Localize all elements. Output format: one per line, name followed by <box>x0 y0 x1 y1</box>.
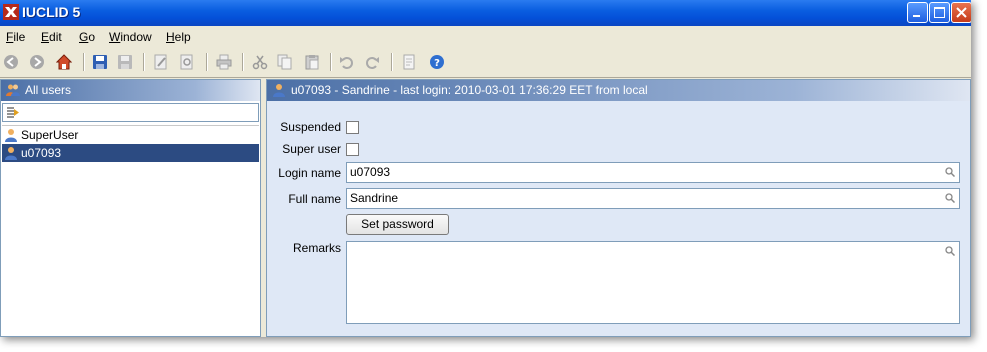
minimize-icon <box>913 15 920 17</box>
toolbar-separator <box>242 53 244 71</box>
menu-help[interactable]: Help <box>166 30 191 44</box>
users-group-icon <box>6 84 20 96</box>
user-icon <box>5 129 17 142</box>
super-user-label: Super user <box>282 142 341 156</box>
user-details-header: u07093 - Sandrine - last login: 2010-03-… <box>267 80 970 101</box>
user-details-panel: u07093 - Sandrine - last login: 2010-03-… <box>266 79 971 337</box>
document-icon[interactable] <box>401 54 417 70</box>
users-panel: All users SuperUser u07093 <box>0 79 261 337</box>
user-icon <box>5 147 17 160</box>
users-panel-header: All users <box>1 80 260 101</box>
super-user-checkbox[interactable] <box>346 143 359 156</box>
save-all-icon[interactable] <box>117 54 133 70</box>
user-details-title: u07093 - Sandrine - last login: 2010-03-… <box>291 83 648 97</box>
full-name-label: Full name <box>288 192 341 206</box>
full-name-field[interactable]: Sandrine <box>346 188 960 209</box>
save-icon[interactable] <box>92 54 108 70</box>
undo-icon[interactable] <box>339 54 355 70</box>
user-icon <box>273 84 285 97</box>
user-name: SuperUser <box>21 128 79 142</box>
filter-icon <box>7 107 19 118</box>
magnifier-icon[interactable] <box>945 193 955 203</box>
menu-go[interactable]: Go <box>79 30 95 44</box>
suspended-label: Suspended <box>280 120 341 134</box>
maximize-button[interactable] <box>929 2 950 23</box>
copy-icon[interactable] <box>277 54 293 70</box>
toolbar-separator <box>143 53 145 71</box>
close-icon <box>956 7 967 18</box>
cut-icon[interactable] <box>252 54 268 70</box>
user-list: SuperUser u07093 <box>2 125 259 336</box>
magnifier-icon[interactable] <box>945 167 955 177</box>
full-name-value: Sandrine <box>350 191 399 205</box>
user-name: u07093 <box>21 146 62 160</box>
toolbar-separator <box>206 53 208 71</box>
print-icon[interactable] <box>216 54 232 70</box>
menu-window[interactable]: Window <box>109 30 152 44</box>
user-filter-input[interactable] <box>2 103 259 122</box>
minimize-button[interactable] <box>907 2 928 23</box>
preview-icon[interactable] <box>179 54 195 70</box>
redo-icon[interactable] <box>364 54 380 70</box>
home-icon[interactable] <box>56 54 72 70</box>
menu-file[interactable]: File <box>6 30 25 44</box>
iuclid-logo-icon <box>3 4 19 20</box>
login-name-label: Login name <box>278 166 341 180</box>
application-window: IUCLID 5 File Edit Go Window Help ? All … <box>0 0 971 337</box>
login-name-value: u07093 <box>350 165 391 179</box>
toolbar: ? <box>0 48 971 78</box>
users-panel-title: All users <box>25 83 72 97</box>
help-icon[interactable]: ? <box>429 54 445 70</box>
title-bar[interactable]: IUCLID 5 <box>0 0 971 26</box>
login-name-field[interactable]: u07093 <box>346 162 960 183</box>
set-password-button[interactable]: Set password <box>346 214 449 235</box>
magnifier-icon[interactable] <box>945 246 955 256</box>
svg-text:?: ? <box>434 58 440 69</box>
forward-icon[interactable] <box>29 54 45 70</box>
toolbar-separator <box>391 53 393 71</box>
maximize-icon <box>934 7 945 18</box>
remarks-label: Remarks <box>292 241 341 255</box>
list-item[interactable]: u07093 <box>2 144 259 162</box>
edit-icon[interactable] <box>153 54 169 70</box>
toolbar-separator <box>330 53 332 71</box>
list-item[interactable]: SuperUser <box>2 126 259 144</box>
remarks-textarea[interactable] <box>346 241 960 324</box>
back-icon[interactable] <box>3 54 19 70</box>
paste-icon[interactable] <box>304 54 320 70</box>
menu-edit[interactable]: Edit <box>41 30 62 44</box>
close-button[interactable] <box>951 2 971 23</box>
window-title: IUCLID 5 <box>22 4 81 20</box>
toolbar-separator <box>83 53 85 71</box>
suspended-checkbox[interactable] <box>346 121 359 134</box>
menu-bar: File Edit Go Window Help <box>0 26 971 49</box>
